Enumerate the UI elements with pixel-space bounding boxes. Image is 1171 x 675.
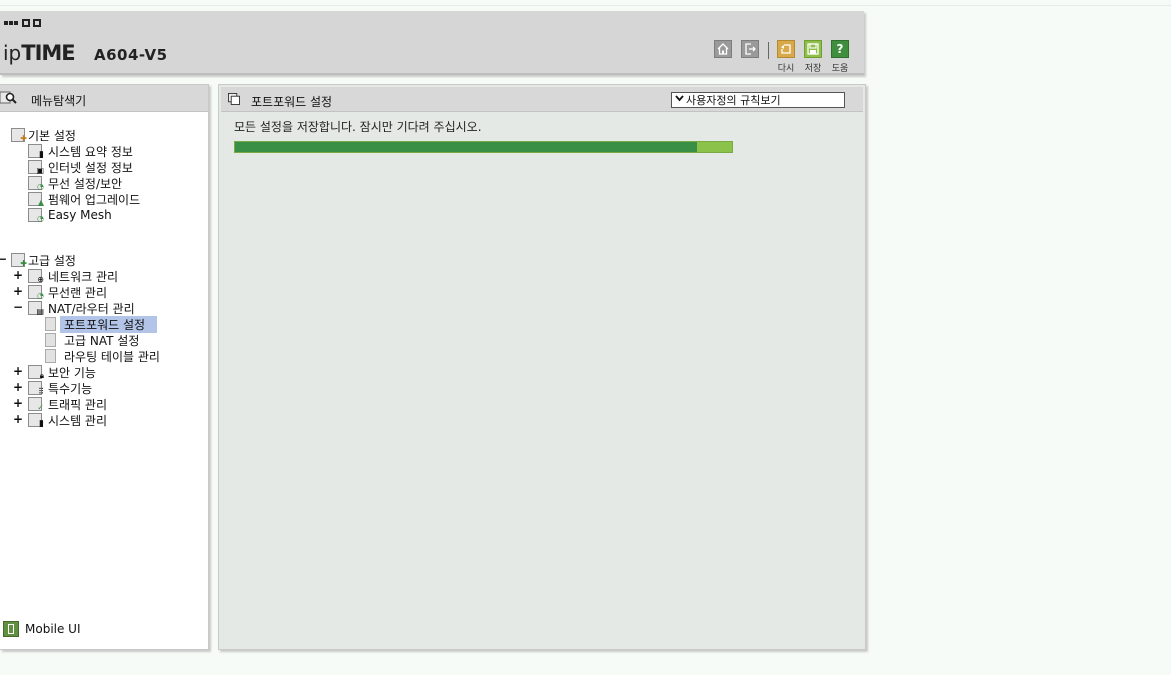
lock-icon: 🔒︎ [28, 365, 44, 380]
tree-item-nat-router[interactable]: ▤ NAT/라우터 관리 [28, 300, 135, 316]
help-label: 도움 [831, 64, 849, 74]
chevron-down-icon [672, 95, 686, 105]
network-icon: ⊕ [28, 269, 44, 284]
page-icon [45, 349, 56, 363]
header-bar: ipTIME A604-V5 다시 저장 ? 도움 [0, 11, 864, 75]
upgrade-icon: ▲ [28, 192, 44, 207]
tree-item-easy-mesh[interactable]: ◔ Easy Mesh [28, 207, 112, 223]
header-separator [768, 42, 769, 59]
tree-item-special-features[interactable]: ⠿ 특수기능 [28, 380, 92, 396]
logout-icon [745, 43, 756, 55]
undo-icon [781, 44, 791, 54]
mesh-icon: ◔ [28, 208, 44, 223]
tree-item-routing-table[interactable]: 라우팅 테이블 관리 [45, 348, 160, 364]
save-progress-bar [234, 141, 733, 153]
tree-item-advanced-nat[interactable]: 고급 NAT 설정 [45, 332, 139, 348]
undo-button[interactable] [777, 40, 795, 58]
tree-basic-settings[interactable]: ✚ 기본 설정 [11, 127, 76, 143]
wifi-icon: ◔ [28, 285, 44, 300]
menu-explorer-title: 메뉴탐색기 [31, 94, 87, 108]
folder-settings-icon: ✚ [11, 253, 27, 268]
tree-item-wireless-security[interactable]: ◔ 무선 설정/보안 [28, 175, 122, 191]
monitor-icon: ▣ [28, 160, 44, 175]
iptime-logo: ipTIME [3, 41, 76, 65]
logout-button[interactable] [741, 40, 759, 58]
saving-message: 모든 설정을 저장합니다. 잠시만 기다려 주십시오. [234, 120, 482, 134]
tree-advanced-settings[interactable]: ✚ 고급 설정 [11, 252, 76, 268]
tree-item-system-admin[interactable]: ▮ 시스템 관리 [28, 412, 107, 429]
wifi-icon: ◔ [28, 176, 44, 191]
help-icon: ? [836, 42, 844, 56]
model-name: A604-V5 [94, 46, 168, 64]
expand-toggle[interactable]: + [13, 268, 23, 282]
tree-item-wireless-lan[interactable]: ◔ 무선랜 관리 [28, 284, 107, 300]
mobile-ui-link[interactable]: Mobile UI [3, 621, 81, 637]
magnifier-icon [0, 91, 17, 104]
menu-explorer-panel: 메뉴탐색기 ✚ 기본 설정 ▮ 시스템 요약 정보 ▣ 인터넷 설정 정보 ◔ … [0, 84, 209, 650]
expand-toggle[interactable]: + [13, 396, 23, 410]
save-button[interactable] [804, 40, 822, 58]
tree-item-system-summary[interactable]: ▮ 시스템 요약 정보 [28, 143, 133, 160]
tree-item-traffic[interactable]: ✓ 트래픽 관리 [28, 396, 107, 412]
expand-toggle[interactable]: + [13, 380, 23, 394]
folder-settings-icon: ✚ [11, 128, 27, 143]
undo-label: 다시 [777, 64, 795, 74]
special-icon: ⠿ [28, 381, 44, 396]
content-panel: 포트포워드 설정 사용자정의 규칙보기 모든 설정을 저장합니다. 잠시만 기다… [218, 84, 866, 650]
brand-mark-icon [4, 19, 41, 27]
chart-icon: ▮ [28, 144, 44, 160]
tree-item-internet-info[interactable]: ▣ 인터넷 설정 정보 [28, 159, 133, 175]
home-icon [717, 43, 729, 55]
tree-item-security[interactable]: 🔒︎ 보안 기능 [28, 364, 96, 380]
router-icon: ▤ [28, 301, 44, 316]
expand-toggle[interactable]: + [13, 284, 23, 298]
expand-toggle[interactable]: + [13, 412, 23, 426]
page-icon [45, 333, 56, 347]
traffic-icon: ✓ [28, 397, 44, 412]
home-button[interactable] [714, 40, 732, 58]
tree-item-network[interactable]: ⊕ 네트워크 관리 [28, 268, 118, 284]
menu-explorer-header: 메뉴탐색기 [0, 85, 208, 112]
mobile-phone-icon [3, 621, 19, 637]
content-header: 포트포워드 설정 사용자정의 규칙보기 [221, 87, 863, 112]
save-icon [807, 43, 819, 55]
collapse-advanced-toggle[interactable]: − [0, 252, 7, 266]
page-icon [45, 317, 56, 331]
tree-item-port-forward[interactable]: 포트포워드 설정 [45, 315, 158, 333]
collapse-toggle[interactable]: − [13, 300, 23, 314]
tree-item-firmware-upgrade[interactable]: ▲ 펌웨어 업그레이드 [28, 191, 140, 207]
chart-icon: ▮ [28, 413, 44, 429]
page-title: 포트포워드 설정 [251, 95, 333, 109]
expand-toggle[interactable]: + [13, 364, 23, 378]
top-border-line [0, 5, 1171, 6]
save-label: 저장 [804, 64, 822, 74]
rule-view-select[interactable]: 사용자정의 규칙보기 [671, 92, 845, 108]
rule-view-select-value: 사용자정의 규칙보기 [686, 94, 781, 107]
help-button[interactable]: ? [831, 40, 849, 58]
save-progress-fill [235, 142, 698, 152]
page-window-icon [228, 93, 240, 105]
